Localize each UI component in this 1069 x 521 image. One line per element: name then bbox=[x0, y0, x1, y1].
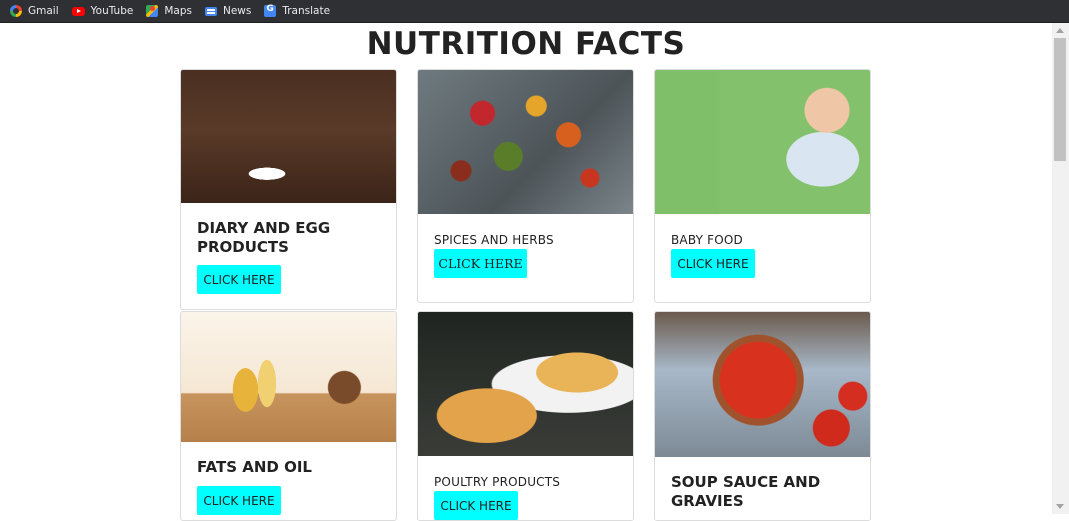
bookmark-youtube[interactable]: YouTube bbox=[71, 5, 134, 17]
bookmark-label: Gmail bbox=[28, 5, 59, 17]
card-title: SOUP SAUCE AND GRAVIES bbox=[671, 473, 821, 510]
bookmarks-bar: Gmail YouTube Maps News Translate bbox=[0, 0, 1069, 23]
bookmark-gmail[interactable]: Gmail bbox=[10, 5, 59, 17]
bookmark-label: News bbox=[222, 5, 252, 17]
fats-oil-image bbox=[181, 312, 396, 442]
poultry-click-here-button[interactable]: CLICK HERE bbox=[434, 491, 518, 520]
bookmark-label: Maps bbox=[164, 5, 192, 17]
bookmark-label: Translate bbox=[282, 5, 331, 17]
scroll-up-arrow-icon[interactable] bbox=[1056, 28, 1064, 33]
maps-icon bbox=[146, 5, 159, 17]
dairy-click-here-button[interactable]: CLICK HERE bbox=[197, 265, 281, 294]
youtube-icon bbox=[71, 6, 85, 16]
google-icon bbox=[10, 5, 22, 17]
spices-click-here-button[interactable]: CLICK HERE bbox=[434, 249, 527, 278]
bookmark-translate[interactable]: Translate bbox=[264, 4, 331, 17]
card-poultry: POULTRY PRODUCTS CLICK HERE bbox=[417, 311, 634, 521]
card-title: POULTRY PRODUCTS bbox=[434, 475, 561, 489]
scrollbar-thumb[interactable] bbox=[1054, 38, 1066, 161]
bookmark-news[interactable]: News bbox=[204, 5, 252, 17]
bookmark-label: YouTube bbox=[90, 5, 134, 17]
spices-image bbox=[418, 70, 633, 214]
scroll-down-arrow-icon[interactable] bbox=[1056, 504, 1064, 509]
fats-oil-click-here-button[interactable]: CLICK HERE bbox=[197, 486, 281, 515]
card-spices: SPICES AND HERBS CLICK HERE bbox=[417, 69, 634, 303]
soup-sauce-image bbox=[655, 312, 870, 457]
page-title: NUTRITION FACTS bbox=[366, 26, 686, 62]
vertical-scrollbar[interactable] bbox=[1052, 23, 1069, 514]
card-baby-food: BABY FOOD CLICK HERE bbox=[654, 69, 871, 303]
card-fats-oil: FATS AND OIL CLICK HERE bbox=[180, 311, 397, 521]
card-title: FATS AND OIL bbox=[197, 458, 312, 476]
card-title: SPICES AND HERBS bbox=[434, 233, 554, 247]
news-icon bbox=[204, 6, 217, 16]
card-title: BABY FOOD bbox=[671, 233, 743, 247]
card-dairy: DIARY AND EGG PRODUCTS CLICK HERE bbox=[180, 69, 397, 310]
card-title: DIARY AND EGG PRODUCTS bbox=[197, 219, 331, 256]
bookmark-maps[interactable]: Maps bbox=[146, 5, 192, 17]
translate-icon bbox=[264, 4, 277, 17]
poultry-image bbox=[418, 312, 633, 456]
baby-food-click-here-button[interactable]: CLICK HERE bbox=[671, 249, 755, 278]
card-soup-sauce: SOUP SAUCE AND GRAVIES bbox=[654, 311, 871, 521]
dairy-image bbox=[181, 70, 396, 203]
baby-food-image bbox=[655, 70, 870, 214]
